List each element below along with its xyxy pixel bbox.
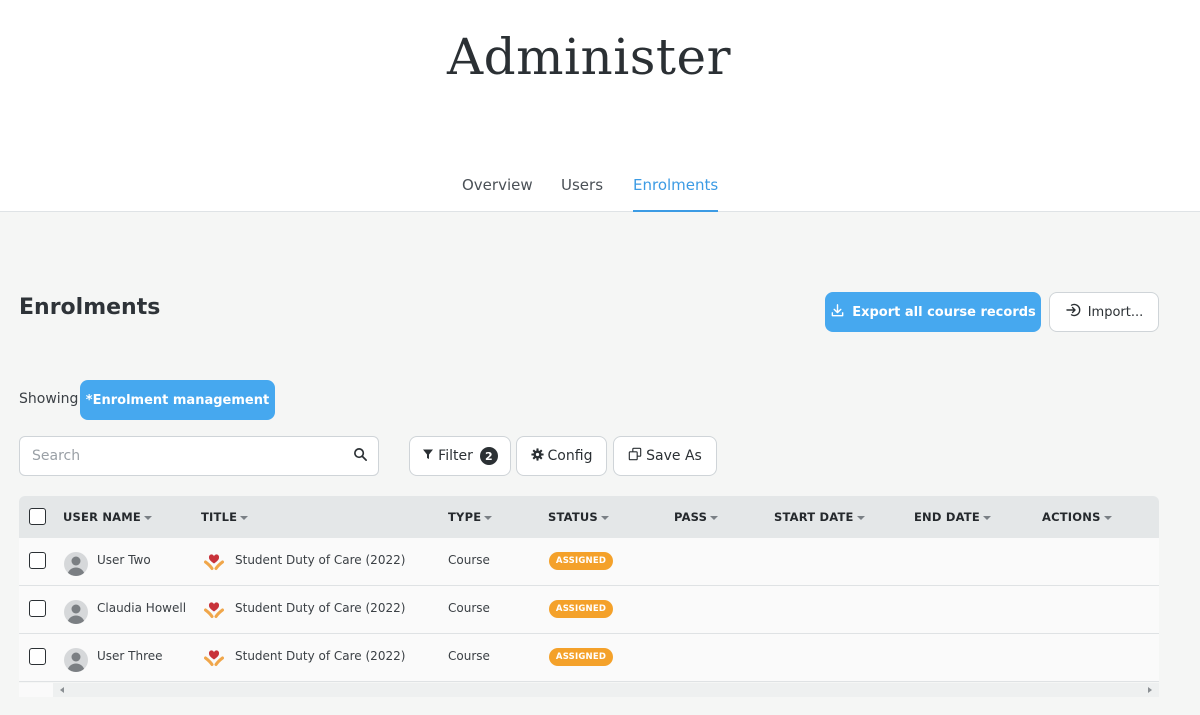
copy-icon: [628, 447, 642, 465]
title-cell[interactable]: Student Duty of Care (2022): [235, 649, 405, 663]
status-badge: ASSIGNED: [549, 552, 613, 570]
funnel-icon: [422, 448, 434, 464]
enrolments-table: USER NAME TITLE TYPE STATUS PASS START D…: [19, 496, 1159, 682]
row-checkbox[interactable]: [29, 552, 46, 569]
user-name-cell[interactable]: User Three: [97, 649, 163, 663]
sort-caret-icon: [600, 515, 609, 520]
table-row[interactable]: User Three Student Duty of Care (2022) C…: [19, 634, 1159, 682]
row-checkbox[interactable]: [29, 648, 46, 665]
tab-enrolments[interactable]: Enrolments: [633, 176, 719, 212]
export-all-course-records-button[interactable]: Export all course records: [825, 292, 1041, 332]
table-row[interactable]: Claudia Howell Student Duty of Care (202…: [19, 586, 1159, 634]
type-cell: Course: [448, 553, 490, 567]
filter-label: Filter: [438, 448, 473, 464]
table-header: USER NAME TITLE TYPE STATUS PASS START D…: [19, 496, 1159, 538]
title-cell[interactable]: Student Duty of Care (2022): [235, 553, 405, 567]
user-name-cell[interactable]: Claudia Howell: [97, 601, 186, 615]
config-label: Config: [547, 448, 593, 464]
page-title: Administer: [447, 28, 731, 86]
view-selector-chip[interactable]: *Enrolment management: [80, 380, 275, 420]
column-header-pass[interactable]: PASS: [674, 510, 719, 524]
table-row[interactable]: User Two Student Duty of Care (2022) Cou…: [19, 538, 1159, 586]
sort-caret-icon: [710, 515, 719, 520]
column-header-status[interactable]: STATUS: [548, 510, 609, 524]
column-header-title[interactable]: TITLE: [201, 510, 249, 524]
tab-users[interactable]: Users: [561, 176, 603, 212]
tab-bar: Overview Users Enrolments: [0, 176, 1200, 212]
column-header-end-date[interactable]: END DATE: [914, 510, 991, 524]
select-all-checkbox[interactable]: [29, 508, 46, 525]
scroll-right-arrow-icon[interactable]: [1148, 687, 1152, 693]
export-button-label: Export all course records: [852, 304, 1036, 320]
column-header-type[interactable]: TYPE: [448, 510, 493, 524]
sort-caret-icon: [856, 515, 865, 520]
showing-label: Showing:: [19, 391, 84, 407]
sign-in-arrow-icon: [1065, 302, 1081, 322]
type-cell: Course: [448, 649, 490, 663]
sort-caret-icon: [1103, 515, 1112, 520]
heart-hands-icon: [204, 648, 224, 670]
heart-hands-icon: [204, 552, 224, 574]
user-name-cell[interactable]: User Two: [97, 553, 151, 567]
scroll-left-arrow-icon[interactable]: [60, 687, 64, 693]
horizontal-scrollbar[interactable]: [19, 683, 1159, 697]
filter-count-badge: 2: [479, 447, 498, 465]
search-icon[interactable]: [353, 447, 368, 466]
tab-overview[interactable]: Overview: [462, 176, 533, 212]
gear-icon: [530, 447, 544, 465]
search-input[interactable]: [20, 437, 330, 475]
sort-caret-icon: [240, 515, 249, 520]
scrollbar-corner: [19, 683, 53, 697]
title-cell[interactable]: Student Duty of Care (2022): [235, 601, 405, 615]
save-as-button[interactable]: Save As: [613, 436, 717, 476]
status-badge: ASSIGNED: [549, 648, 613, 666]
column-header-start-date[interactable]: START DATE: [774, 510, 865, 524]
save-as-label: Save As: [646, 448, 702, 464]
main-content: Enrolments Export all course records Imp…: [0, 212, 1200, 715]
user-silhouette-icon: [64, 648, 88, 672]
user-silhouette-icon: [64, 600, 88, 624]
search-box: [19, 436, 379, 476]
status-badge: ASSIGNED: [549, 600, 613, 618]
section-title: Enrolments: [19, 295, 161, 320]
download-icon: [830, 303, 845, 322]
config-button[interactable]: Config: [516, 436, 607, 476]
import-button-label: Import...: [1087, 304, 1144, 320]
import-button[interactable]: Import...: [1049, 292, 1159, 332]
filter-button[interactable]: Filter 2: [409, 436, 511, 476]
row-checkbox[interactable]: [29, 600, 46, 617]
column-header-user-name[interactable]: USER NAME: [63, 510, 152, 524]
sort-caret-icon: [484, 515, 493, 520]
heart-hands-icon: [204, 600, 224, 622]
user-silhouette-icon: [64, 552, 88, 576]
type-cell: Course: [448, 601, 490, 615]
sort-caret-icon: [143, 515, 152, 520]
sort-caret-icon: [982, 515, 991, 520]
column-header-actions[interactable]: ACTIONS: [1042, 510, 1112, 524]
